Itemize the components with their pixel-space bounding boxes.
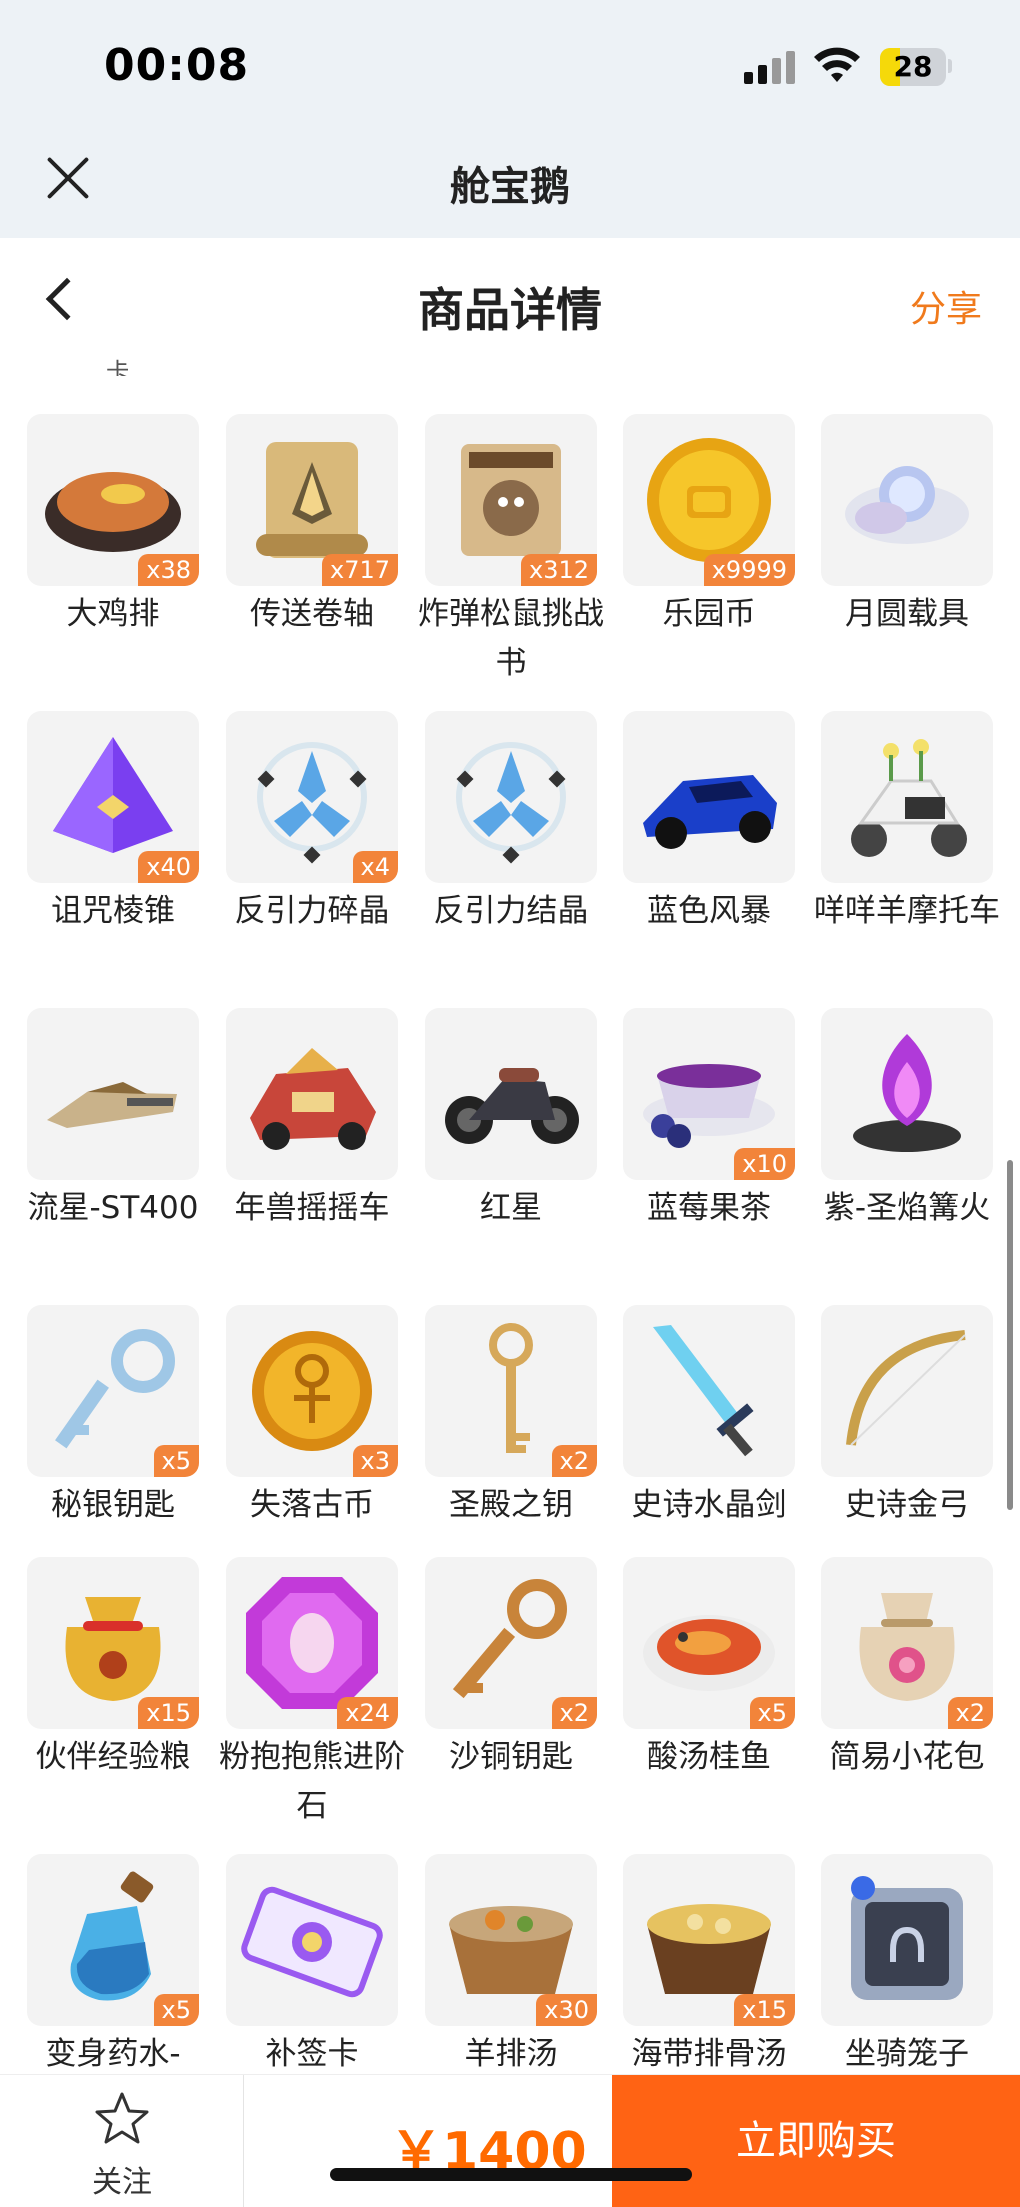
item-name: 坐骑笼子 xyxy=(845,2036,969,2072)
item-name: 反引力结晶 xyxy=(433,893,589,929)
food-bag-icon: x15 xyxy=(27,1557,199,1729)
item-name: 酸汤桂鱼 xyxy=(647,1739,771,1775)
item-count-badge: x2 xyxy=(551,1697,597,1729)
crystal-sword-icon xyxy=(623,1305,795,1477)
wanted-poster-icon: x312 xyxy=(425,414,597,586)
follow-label: 关注 xyxy=(92,2165,152,2200)
silver-key-icon: x5 xyxy=(27,1305,199,1477)
item-count-badge: x15 xyxy=(734,1994,795,2026)
hover-bike-icon xyxy=(27,1008,199,1180)
star-icon xyxy=(95,2092,149,2144)
item-name: 反引力碎晶 xyxy=(234,893,390,929)
item-name: 诅咒棱锥 xyxy=(51,893,175,929)
ticket-icon xyxy=(226,1854,398,2026)
fish-soup-icon: x5 xyxy=(623,1557,795,1729)
gold-coin-icon: x9999 xyxy=(623,414,795,586)
crystal-icon xyxy=(425,711,597,883)
item-name: 流星-ST400 xyxy=(27,1190,199,1226)
motorcycle-icon xyxy=(425,1008,597,1180)
item-name: 伙伴经验粮 xyxy=(35,1739,191,1775)
item-name: 咩咩羊摩托车 xyxy=(814,893,1000,929)
item-count-badge: x24 xyxy=(337,1697,398,1729)
item-name: 粉抱抱熊进阶石 xyxy=(219,1739,405,1824)
item-count-badge: x5 xyxy=(749,1697,795,1729)
follow-button[interactable]: 关注 xyxy=(0,2075,244,2207)
item-count-badge: x5 xyxy=(153,1445,199,1477)
item-count-badge: x312 xyxy=(520,554,597,586)
golden-bow-icon xyxy=(821,1305,993,1477)
scooter-icon xyxy=(821,711,993,883)
item-name: 年兽摇摇车 xyxy=(234,1190,390,1226)
fried-chicken-icon: x38 xyxy=(27,414,199,586)
dragon-cart-icon xyxy=(226,1008,398,1180)
item-name: 紫-圣焰篝火 xyxy=(823,1190,991,1226)
item-name: 海带排骨汤 xyxy=(631,2036,787,2072)
item-count-badge: x40 xyxy=(138,851,199,883)
item-name: 乐园币 xyxy=(662,596,756,632)
item-name: 补签卡 xyxy=(265,2036,359,2072)
moon-cloud-icon xyxy=(821,414,993,586)
item-name: 变身药水- xyxy=(45,2036,181,2072)
rib-soup-icon: x15 xyxy=(623,1854,795,2026)
item-name: 简易小花包 xyxy=(829,1739,985,1775)
item-name: 羊排汤 xyxy=(464,2036,558,2072)
purple-pyramid-icon: x40 xyxy=(27,711,199,883)
item-count-badge: x717 xyxy=(321,554,398,586)
pink-gem-icon: x24 xyxy=(226,1557,398,1729)
item-count-badge: x4 xyxy=(352,851,398,883)
blueberry-tea-icon: x10 xyxy=(623,1008,795,1180)
flower-bag-icon: x2 xyxy=(821,1557,993,1729)
race-car-icon xyxy=(623,711,795,883)
item-name: 史诗金弓 xyxy=(845,1487,969,1523)
item-count-badge: x2 xyxy=(551,1445,597,1477)
ancient-coin-icon: x3 xyxy=(226,1305,398,1477)
item-name: 蓝色风暴 xyxy=(647,893,771,929)
item-name: 月圆载具 xyxy=(845,596,969,632)
item-name: 史诗水晶剑 xyxy=(631,1487,787,1523)
item-name: 传送卷轴 xyxy=(250,596,374,632)
item-count-badge: x3 xyxy=(352,1445,398,1477)
potion-icon: x5 xyxy=(27,1854,199,2026)
item-name: 沙铜钥匙 xyxy=(449,1739,573,1775)
buy-now-button[interactable]: 立即购买 xyxy=(612,2075,1020,2207)
lamb-soup-icon: x30 xyxy=(425,1854,597,2026)
item-count-badge: x10 xyxy=(734,1148,795,1180)
item-count-badge: x9999 xyxy=(703,554,795,586)
item-count-badge: x30 xyxy=(536,1994,597,2026)
bonfire-icon xyxy=(821,1008,993,1180)
item-name: 大鸡排 xyxy=(66,596,160,632)
item-name: 蓝莓果茶 xyxy=(647,1190,771,1226)
temple-key-icon: x2 xyxy=(425,1305,597,1477)
item-name: 失落古币 xyxy=(250,1487,374,1523)
scrollbar[interactable] xyxy=(1007,1160,1013,1510)
item-name: 炸弹松鼠挑战书 xyxy=(418,596,604,681)
bronze-key-icon: x2 xyxy=(425,1557,597,1729)
item-name: 圣殿之钥 xyxy=(449,1487,573,1523)
bottom-action-bar: 关注 ￥1400 立即购买 xyxy=(0,2074,1020,2207)
item-count-badge: x15 xyxy=(138,1697,199,1729)
teleport-scroll-icon: x717 xyxy=(226,414,398,586)
item-count-badge: x5 xyxy=(153,1994,199,2026)
item-name: 秘银钥匙 xyxy=(51,1487,175,1523)
item-name: 红星 xyxy=(480,1190,542,1226)
item-count-badge: x38 xyxy=(138,554,199,586)
crystal-shard-icon: x4 xyxy=(226,711,398,883)
item-count-badge: x2 xyxy=(947,1697,993,1729)
home-indicator[interactable] xyxy=(330,2168,692,2181)
item-grid: x38 大鸡排 x717 传送卷轴 x312 炸弹松鼠挑战书 x9999 乐园币… xyxy=(0,0,1020,2207)
mount-cage-icon xyxy=(821,1854,993,2026)
